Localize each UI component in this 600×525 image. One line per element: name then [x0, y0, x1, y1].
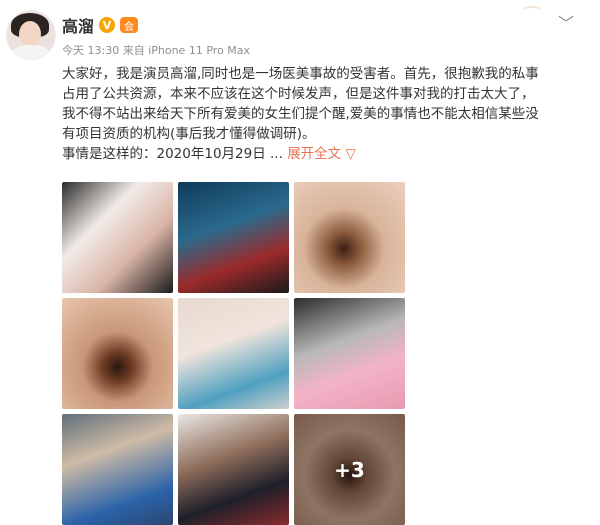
post-text: 大家好，我是演员高溜,同时也是一场医美事故的受害者。首先，很抱歉我的私事 占用了… — [62, 64, 590, 164]
post-text-line-last: 事情是这样的：2020年10月29日 ... 展开全文 ▽ — [62, 144, 590, 164]
decoration-mark — [522, 6, 542, 18]
more-images-count: +3 — [294, 414, 405, 525]
chevron-down-icon[interactable]: ﹀ — [558, 10, 574, 34]
post-text-line: 有项目资质的机构(事后我才懂得做调研)。 — [62, 126, 316, 142]
verified-icon: V — [99, 17, 116, 33]
expand-chevron-icon: ▽ — [345, 146, 356, 162]
avatar[interactable] — [6, 10, 56, 60]
post-image[interactable] — [62, 298, 173, 409]
post-image[interactable] — [178, 182, 289, 293]
post-image-more[interactable]: +3 — [294, 414, 405, 525]
post-source: 来自 iPhone 11 Pro Max — [122, 44, 251, 57]
post-image[interactable] — [294, 182, 405, 293]
avatar-body — [13, 45, 49, 59]
post-time[interactable]: 今天 13:30 — [62, 44, 119, 57]
post-image[interactable] — [294, 298, 405, 409]
image-grid: +3 — [62, 182, 406, 525]
post-image[interactable] — [178, 414, 289, 525]
level-badge-icon: 会 — [120, 17, 139, 33]
post-meta: 今天 13:30 来自 iPhone 11 Pro Max — [62, 42, 250, 58]
post-text-line: 我不得不站出来给天下所有爱美的女生们提个醒,爱美的事情也不能太相信某些没 — [62, 106, 539, 122]
post-text-line: 大家好，我是演员高溜,同时也是一场医美事故的受害者。首先，很抱歉我的私事 — [62, 66, 539, 82]
avatar-face — [19, 21, 41, 47]
post-image[interactable] — [62, 414, 173, 525]
post-text-line: 占用了公共资源，本来不应该在这个时候发声，但是这件事对我的打击太大了， — [62, 86, 535, 102]
expand-label: 展开全文 — [287, 146, 342, 162]
author-row: 高溜 V 会 — [62, 13, 139, 37]
post-image[interactable] — [178, 298, 289, 409]
username[interactable]: 高溜 — [62, 13, 94, 37]
post-text-line: 事情是这样的：2020年10月29日 ... — [62, 146, 283, 162]
post-image[interactable] — [62, 182, 173, 293]
expand-text-link[interactable]: 展开全文 ▽ — [287, 146, 356, 162]
